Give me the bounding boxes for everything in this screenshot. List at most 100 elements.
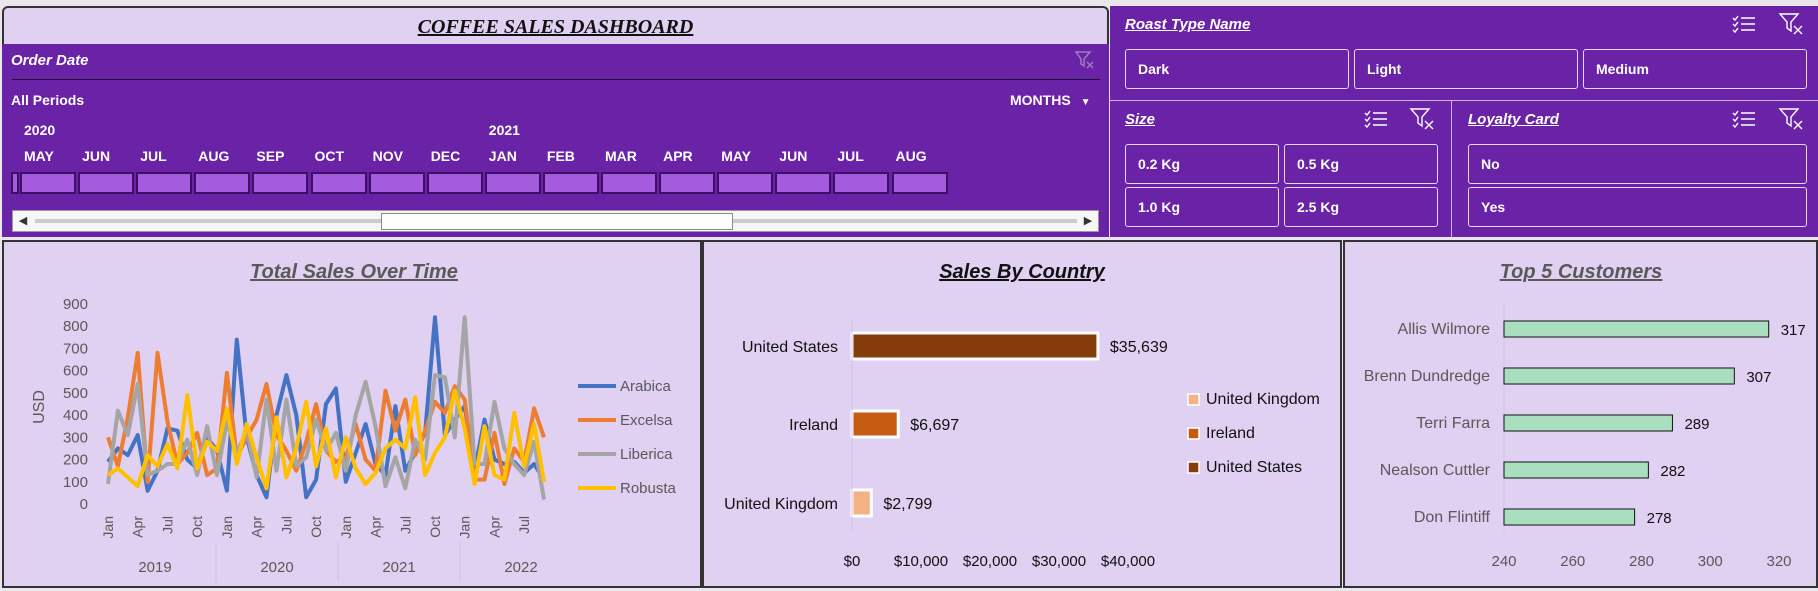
timeline-scrollbar[interactable]: ◀ ▶ xyxy=(12,210,1099,232)
country-chart-title: Sales By Country xyxy=(939,261,1105,283)
roast-option-light[interactable]: Light xyxy=(1354,49,1578,89)
total-sales-panel: Total Sales Over Time USD 0 100 200 300 400 5… xyxy=(2,240,702,588)
timeline-month-cell[interactable] xyxy=(426,172,483,194)
size-option-2-5kg[interactable]: 2.5 Kg xyxy=(1284,187,1438,227)
y-tick-label: 600 xyxy=(63,363,88,380)
y-tick-label: 700 xyxy=(63,340,88,357)
x-tick-label: 240 xyxy=(1491,553,1516,570)
timeline-month-label: MAR xyxy=(605,148,637,164)
customer-value-label: 307 xyxy=(1746,369,1771,386)
roast-slicer-title: Roast Type Name xyxy=(1125,16,1251,33)
timeline-year-label: 2021 xyxy=(488,122,520,138)
x-tick-label: 260 xyxy=(1560,553,1585,570)
customer-value-label: 317 xyxy=(1781,322,1806,339)
loyalty-slicer-title: Loyalty Card xyxy=(1468,111,1559,128)
country-bar xyxy=(850,331,1100,361)
timeline-month-cell[interactable] xyxy=(136,172,193,194)
timeline-level-label: MONTHS xyxy=(1010,92,1071,108)
timeline-month-cell[interactable] xyxy=(252,172,309,194)
timeline-month-label: DEC xyxy=(430,148,461,164)
y-axis-label: USD xyxy=(31,390,48,424)
multi-select-icon[interactable] xyxy=(1732,109,1756,129)
timeline-month-cell[interactable] xyxy=(78,172,135,194)
customer-value-label: 289 xyxy=(1684,416,1709,433)
x-tick-label: Apr xyxy=(130,516,146,538)
country-value-label: $2,799 xyxy=(883,496,932,513)
timeline-month-cell[interactable] xyxy=(659,172,716,194)
timeline-month-cell[interactable] xyxy=(484,172,541,194)
y-tick-label: 300 xyxy=(63,429,88,446)
customer-value-label: 278 xyxy=(1647,510,1672,527)
customer-name-label: Don Flintiff xyxy=(1414,509,1491,526)
year-label: 2020 xyxy=(260,559,293,576)
timeline-month-cell[interactable] xyxy=(542,172,599,194)
country-label: United Kingdom xyxy=(724,496,838,513)
scroll-right-icon[interactable]: ▶ xyxy=(1079,212,1097,230)
clear-filter-icon[interactable] xyxy=(1778,12,1804,36)
customer-bar xyxy=(1503,461,1649,479)
timeline-month-cell[interactable] xyxy=(11,172,19,194)
y-tick-label: 400 xyxy=(63,407,88,424)
multi-select-icon[interactable] xyxy=(1732,14,1756,34)
timeline-month-cell[interactable] xyxy=(601,172,658,194)
timeline-month-label: JUN xyxy=(82,148,111,164)
top-customers-chart: Top 5 Customers Allis Wilmore 317 Brenn Du… xyxy=(1364,261,1806,570)
x-tick-label: 300 xyxy=(1698,553,1723,570)
y-tick-label: 900 xyxy=(63,296,88,313)
timeline-month-label: MAY xyxy=(24,148,54,164)
size-option-0-2kg[interactable]: 0.2 Kg xyxy=(1125,144,1279,184)
customer-bar xyxy=(1503,367,1735,385)
timeline-level-dropdown[interactable]: MONTHS ▼ xyxy=(1010,92,1090,108)
country-label: Ireland xyxy=(789,417,838,434)
timeline-divider xyxy=(12,79,1100,80)
legend-label: Liberica xyxy=(620,446,673,463)
x-tick-label: Jan xyxy=(457,516,473,539)
customer-name-label: Terri Farra xyxy=(1416,415,1490,432)
legend-label: United Kingdom xyxy=(1206,391,1320,408)
roast-option-dark[interactable]: Dark xyxy=(1125,49,1349,89)
timeline-month-label: JAN xyxy=(488,148,517,164)
size-option-1-0kg[interactable]: 1.0 Kg xyxy=(1125,187,1279,227)
customer-name-label: Brenn Dundredge xyxy=(1364,368,1490,385)
clear-filter-icon[interactable] xyxy=(1074,50,1096,70)
clear-filter-icon[interactable] xyxy=(1409,107,1435,131)
x-tick-label: $10,000 xyxy=(894,553,948,570)
x-tick-label: Apr xyxy=(249,516,265,538)
x-tick-label: Jul xyxy=(516,516,532,534)
timeline-month-label: AUG xyxy=(198,148,230,164)
top-customers-panel: Top 5 Customers Allis Wilmore 317 Brenn Du… xyxy=(1343,240,1818,588)
y-tick-label: 100 xyxy=(63,474,88,491)
scroll-left-icon[interactable]: ◀ xyxy=(14,212,32,230)
legend-label: United States xyxy=(1206,459,1302,476)
clear-filter-icon[interactable] xyxy=(1778,107,1804,131)
dashboard-title: COFFEE SALES DASHBOARD xyxy=(417,16,694,38)
timeline-month-cell[interactable] xyxy=(833,172,890,194)
timeline-month-cell[interactable] xyxy=(194,172,251,194)
timeline-month-cell[interactable] xyxy=(717,172,774,194)
loyalty-option-no[interactable]: No xyxy=(1468,144,1807,184)
scroll-thumb[interactable] xyxy=(381,213,733,230)
x-tick-label: Apr xyxy=(486,516,502,538)
customer-bar xyxy=(1503,320,1770,338)
size-option-0-5kg[interactable]: 0.5 Kg xyxy=(1284,144,1438,184)
timeline-month-cell[interactable] xyxy=(891,172,948,194)
multi-select-icon[interactable] xyxy=(1364,109,1388,129)
year-label: 2019 xyxy=(138,559,171,576)
timeline-month-label: SEP xyxy=(256,148,285,164)
y-tick-label: 200 xyxy=(63,452,88,469)
slicer-divider xyxy=(1110,100,1818,101)
timeline-month-cell[interactable] xyxy=(20,172,77,194)
x-tick-label: Oct xyxy=(308,516,324,538)
x-tick-label: $0 xyxy=(844,553,861,570)
timeline-month-label: MAY xyxy=(721,148,752,164)
roast-option-medium[interactable]: Medium xyxy=(1583,49,1807,89)
timeline-month-cell[interactable] xyxy=(368,172,425,194)
timeline-month-cell[interactable] xyxy=(775,172,832,194)
loyalty-option-yes[interactable]: Yes xyxy=(1468,187,1807,227)
x-tick-label: Oct xyxy=(189,516,205,538)
timeline-month-cell[interactable] xyxy=(310,172,367,194)
timeline-year-label: 2020 xyxy=(24,122,56,138)
timeline-month-label: JUN xyxy=(779,148,808,164)
x-tick-label: 320 xyxy=(1766,553,1791,570)
x-tick-label: $40,000 xyxy=(1101,553,1155,570)
